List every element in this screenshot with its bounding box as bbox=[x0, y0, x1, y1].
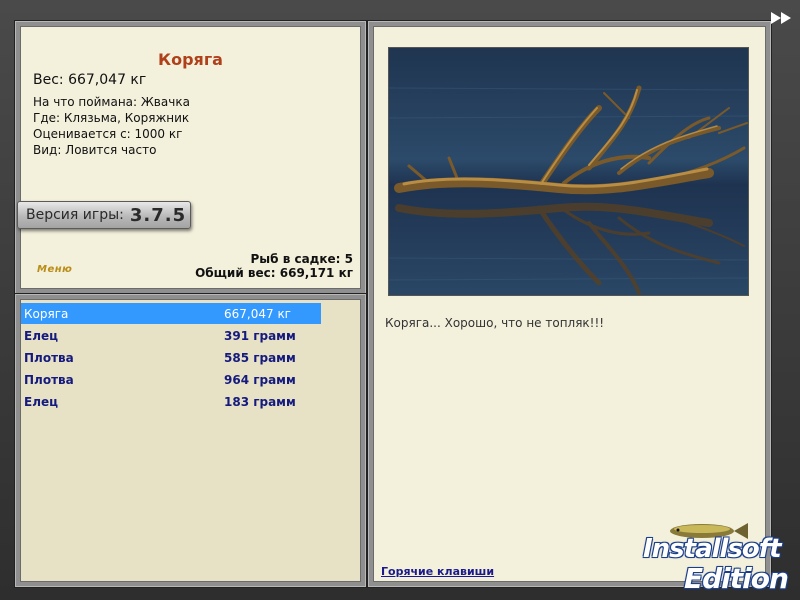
fast-forward-button[interactable] bbox=[770, 10, 794, 24]
catch-row[interactable]: Коряга 667,047 кг bbox=[21, 303, 321, 324]
catch-name: Елец bbox=[24, 328, 59, 343]
catch-weight: 183 грамм bbox=[224, 394, 296, 409]
game-version-badge: Версия игры: 3.7.5 bbox=[17, 201, 191, 229]
driftwood-image bbox=[389, 48, 748, 295]
menu-button[interactable]: Меню bbox=[37, 264, 72, 275]
logo-text-edition: Edition bbox=[684, 562, 789, 595]
keepnet-count: Рыб в садке: 5 bbox=[250, 252, 354, 266]
catch-row[interactable]: Плотва 964 грамм bbox=[21, 369, 321, 390]
location-detail: Где: Клязьма, Коряжник bbox=[33, 111, 190, 125]
catch-caption: Коряга... Хорошо, что не топляк!!! bbox=[385, 316, 605, 330]
catch-weight: 667,047 кг bbox=[224, 306, 291, 321]
catch-name: Елец bbox=[24, 394, 59, 409]
catch-name: Плотва bbox=[24, 350, 74, 365]
version-value: 3.7.5 bbox=[129, 204, 187, 226]
catch-name: Плотва bbox=[24, 372, 74, 387]
logo-text-installsoft: Installsoft bbox=[643, 534, 782, 564]
catch-name: Коряга bbox=[24, 306, 69, 321]
fish-name-title: Коряга bbox=[158, 50, 223, 69]
total-weight: Общий вес: 669,171 кг bbox=[195, 266, 353, 280]
catch-row[interactable]: Елец 391 грамм bbox=[21, 325, 321, 346]
version-label: Версия игры: bbox=[26, 207, 124, 223]
fast-forward-icon bbox=[771, 12, 791, 24]
fish-weight: Вес: 667,047 кг bbox=[33, 72, 147, 88]
catch-row[interactable]: Елец 183 грамм bbox=[21, 391, 321, 412]
frequency-detail: Вид: Ловится часто bbox=[33, 143, 157, 157]
catch-weight: 391 грамм bbox=[224, 328, 296, 343]
installsoft-logo: Installsoft Edition bbox=[640, 520, 795, 595]
hotkeys-link[interactable]: Горячие клавиши bbox=[381, 565, 494, 578]
valuation-detail: Оценивается с: 1000 кг bbox=[33, 127, 183, 141]
bait-detail: На что поймана: Жвачка bbox=[33, 95, 190, 109]
catch-weight: 964 грамм bbox=[224, 372, 296, 387]
catch-weight: 585 грамм bbox=[224, 350, 296, 365]
catch-photo bbox=[388, 47, 749, 296]
catch-row[interactable]: Плотва 585 грамм bbox=[21, 347, 321, 368]
